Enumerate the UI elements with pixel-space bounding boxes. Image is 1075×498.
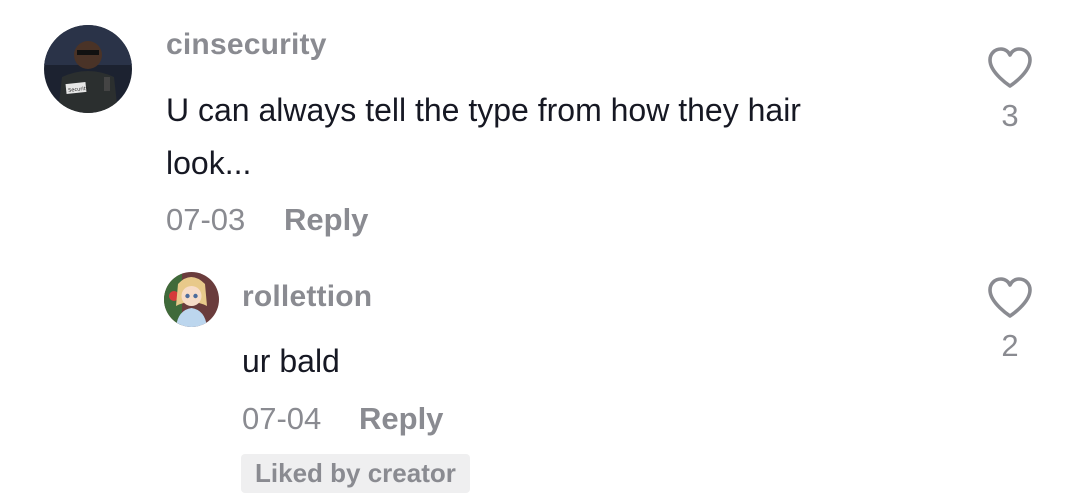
reply-text: ur bald [242, 343, 340, 379]
heart-icon [988, 277, 1032, 318]
user-avatar-security-guard-icon: Security [44, 25, 132, 113]
like-button[interactable]: 2 [980, 276, 1040, 364]
reply-date: 07-04 [242, 401, 322, 436]
like-button[interactable]: 3 [980, 46, 1040, 134]
reply-button[interactable]: Reply [284, 202, 368, 238]
comment-text-line: U can always tell the type from how they… [166, 92, 801, 128]
heart-icon [988, 47, 1032, 88]
comment-date: 07-03 [166, 202, 246, 237]
commenter-avatar[interactable] [164, 272, 219, 327]
comments-panel: Security cinsecurity U can always tell t… [0, 0, 1075, 498]
like-count: 3 [1001, 98, 1019, 133]
comment-text-line: look... [166, 145, 252, 181]
reply-button[interactable]: Reply [359, 401, 443, 437]
user-avatar-anime-girl-icon [164, 272, 219, 327]
commenter-avatar[interactable]: Security [44, 25, 132, 113]
comment-username[interactable]: cinsecurity [166, 28, 327, 62]
liked-by-creator-badge: Liked by creator [241, 454, 470, 493]
reply-username[interactable]: rollettion [242, 280, 372, 314]
like-count: 2 [1001, 328, 1019, 363]
